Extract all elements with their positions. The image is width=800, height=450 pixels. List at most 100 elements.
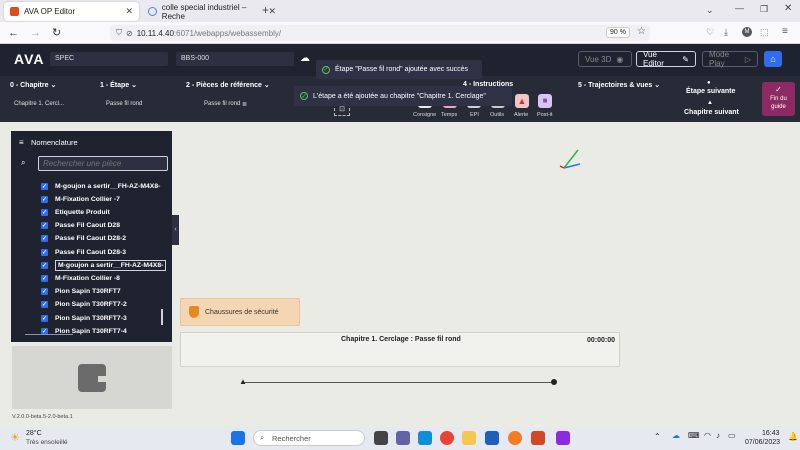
new-tab-button[interactable]: + (262, 3, 269, 17)
clock-time[interactable]: 16:43 (762, 430, 780, 437)
reload-icon[interactable]: ↻ (52, 26, 61, 40)
list-item[interactable]: ✓ Pion Sapin T30RFT7-4 (41, 325, 127, 337)
epi-card[interactable]: Chaussures de sécurité (180, 298, 300, 326)
zoom-level[interactable]: 90 % (606, 27, 630, 38)
list-item-label: M-Fixation Collier -8 (55, 274, 120, 282)
checkbox[interactable]: ✓ (41, 182, 48, 190)
timeline-start-marker[interactable]: ▲ (239, 377, 247, 386)
checkbox[interactable]: ✓ (41, 222, 48, 230)
checkbox[interactable]: ✓ (41, 288, 48, 296)
checkbox[interactable]: ✓ (41, 301, 48, 309)
bookmark-star-icon[interactable]: ☆ (637, 26, 646, 37)
list-item[interactable]: ✓ M-goujon a sertir__FH-AZ-M4X8- (41, 259, 167, 271)
checkbox[interactable]: ✓ (41, 314, 48, 322)
checkbox[interactable]: ✓ (41, 261, 48, 269)
list-item[interactable]: ✓ Passe Fil Caout D28-3 (41, 246, 126, 258)
home-button[interactable]: ⌂ (764, 51, 782, 67)
taskbar-search[interactable]: ⌕ Rechercher (253, 430, 365, 446)
tab-search[interactable]: colle special industriel – Reche ✕ (142, 2, 282, 21)
wifi-icon[interactable]: ◠ (704, 431, 711, 440)
url-field[interactable]: ⛉ ⊘ 10.11.4.40:6071/webapps/webassembly/… (110, 25, 650, 41)
close-icon[interactable]: ✕ (268, 6, 276, 17)
etape-suivante-button[interactable]: Étape suivante (686, 88, 735, 95)
fin-du-guide-button[interactable]: ✓ Fin du guide (762, 82, 795, 116)
notification-icon[interactable]: 🔔 (788, 432, 798, 441)
menu-icon[interactable]: ≡ (782, 26, 788, 37)
toast-etape-added: ✓ Étape "Passe fil rond" ajoutée avec su… (316, 60, 482, 79)
checkbox[interactable]: ✓ (41, 248, 48, 256)
account-icon[interactable]: M (742, 27, 752, 37)
trajectoires-dropdown[interactable]: 5 - Trajectoires & vues ⌄ (578, 81, 660, 89)
battery-icon[interactable]: ▭ (728, 431, 736, 440)
powerpoint-icon[interactable] (531, 431, 545, 445)
list-item[interactable]: ✓ Passe Fil Caout D28-2 (41, 233, 126, 245)
pencil-icon: ✎ (682, 54, 689, 64)
file-explorer-icon[interactable] (462, 431, 476, 445)
cloud-icon[interactable]: ☁ (300, 53, 310, 64)
speaker-icon[interactable]: ♪ (716, 431, 720, 440)
timeline-end-handle[interactable] (551, 379, 557, 385)
tab-ava-op-editor[interactable]: AVA OP Editor ✕ (4, 2, 139, 21)
keyboard-icon[interactable]: ⌨ (688, 431, 700, 440)
scrollbar-thumb[interactable] (161, 309, 163, 325)
alerte-icon[interactable]: ▲ (515, 94, 529, 108)
extensions-icon[interactable]: ⬚ (760, 27, 769, 38)
list-item[interactable]: ✓ Pion Sapin T30RFT7-3 (41, 312, 127, 324)
vue-3d-button[interactable]: Vue 3D ◉ (578, 51, 632, 67)
chevron-up-icon[interactable]: ⌃ (654, 432, 661, 441)
windows-start-icon[interactable] (231, 431, 245, 445)
reference-field[interactable]: BBS-000 (176, 52, 294, 66)
app-badge-icon[interactable] (556, 431, 570, 445)
back-icon[interactable]: ← (8, 26, 19, 40)
timeline-track[interactable] (243, 382, 555, 383)
minimize-icon[interactable]: — (735, 3, 744, 13)
checkbox[interactable]: ✓ (41, 195, 48, 203)
chapitre-suivant-button[interactable]: Chapitre suivant (684, 109, 739, 116)
post-it-icon[interactable]: ■ (538, 94, 552, 108)
downloads-icon[interactable]: ⤓ (724, 27, 728, 38)
clock-date[interactable]: 07/06/2023 (745, 439, 780, 446)
outlook-icon[interactable] (485, 431, 499, 445)
chapitre-dropdown[interactable]: 0 - Chapitre ⌄ (10, 81, 56, 89)
etape-dropdown[interactable]: 1 - Étape ⌄ (100, 81, 137, 89)
firefox-icon[interactable] (508, 431, 522, 445)
list-item[interactable]: ✓ Pion Sapin T30RFT7-2 (41, 299, 127, 311)
vue-editor-button[interactable]: Vue Editor ✎ (636, 50, 696, 68)
tab-list-icon[interactable]: ⌄ (706, 5, 714, 16)
list-item[interactable]: ✓ Passe Fil Caout D28 (41, 220, 120, 232)
project-field[interactable]: SPEC (50, 52, 168, 66)
vue-3d-label: Vue 3D (585, 54, 612, 64)
close-icon[interactable]: ✕ (125, 6, 133, 17)
list-item[interactable]: ✓ Pion Sapin T30RFT7 (41, 286, 121, 298)
part-preview (12, 346, 172, 409)
checkbox[interactable]: ✓ (41, 274, 48, 282)
checkbox[interactable]: ✓ (41, 235, 48, 243)
menu-icon[interactable]: ≡ (19, 138, 24, 147)
forward-icon[interactable]: → (30, 26, 41, 40)
edge-icon[interactable] (418, 431, 432, 445)
pieces-dropdown[interactable]: 2 - Pièces de référence ⌄ (186, 81, 270, 89)
chevron-down-icon: ⌄ (131, 82, 138, 89)
window-close-icon[interactable]: ✕ (784, 3, 792, 14)
weather-temp[interactable]: 28°C (26, 430, 42, 437)
tab-label: AVA OP Editor (24, 7, 76, 16)
list-icon[interactable]: ≣ (242, 101, 247, 108)
list-item[interactable]: ✓ Etiquette Produit (41, 206, 110, 218)
maximize-icon[interactable]: ❐ (760, 4, 768, 15)
pocket-icon[interactable]: ♡ (706, 27, 714, 38)
list-item[interactable]: ✓ M-Fixation Collier -8 (41, 272, 120, 284)
teams-icon[interactable] (396, 431, 410, 445)
checkbox[interactable]: ✓ (41, 208, 48, 216)
chrome-icon[interactable] (440, 431, 454, 445)
collapse-panel-button[interactable]: ‹ (172, 215, 179, 245)
task-view-icon[interactable] (374, 431, 388, 445)
list-item-label: Passe Fil Caout D28 (55, 222, 120, 230)
cloud-icon[interactable]: ☁ (672, 431, 680, 440)
list-item-label: Pion Sapin T30RFT7-2 (55, 301, 127, 309)
trajectoires-label: 5 - Trajectoires & vues (578, 82, 653, 89)
mode-play-button[interactable]: Mode Play ▷ (702, 50, 758, 68)
search-input[interactable] (38, 156, 168, 171)
list-item[interactable]: ✓ M-goujon a sertir__FH-AZ-M4X8- (41, 180, 160, 192)
home-icon: ⌂ (770, 54, 776, 64)
list-item[interactable]: ✓ M-Fixation Collier -7 (41, 193, 120, 205)
